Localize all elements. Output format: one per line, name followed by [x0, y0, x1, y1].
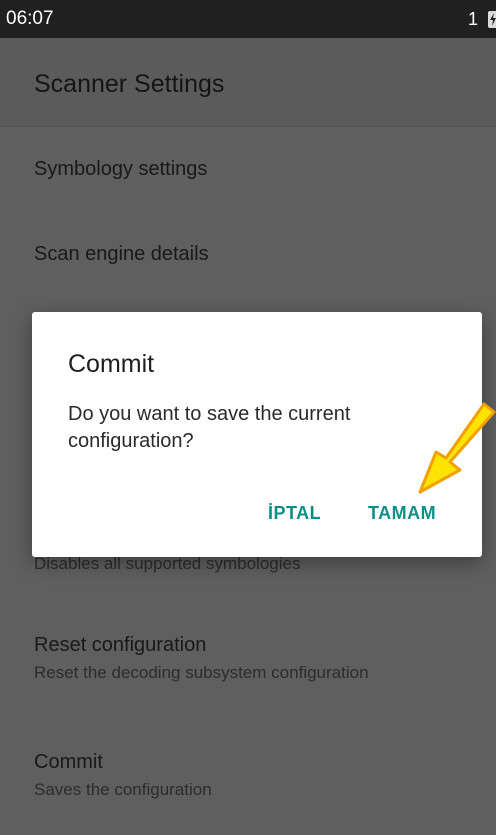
status-icons: 1: [468, 0, 496, 38]
dialog-title: Commit: [68, 350, 155, 378]
setting-disable-all[interactable]: Disables all supported symbologies: [34, 554, 300, 574]
battery-charging-icon: [488, 10, 496, 28]
setting-reset-title: Reset configuration: [34, 634, 207, 656]
setting-scan-engine[interactable]: Scan engine details: [34, 243, 209, 266]
setting-commit-subtitle: Saves the configuration: [34, 780, 212, 799]
dialog-message: Do you want to save the current configur…: [68, 403, 351, 452]
status-bar: 06:07 1: [0, 0, 496, 38]
cancel-button[interactable]: İPTAL: [268, 503, 321, 524]
setting-symbology[interactable]: Symbology settings: [34, 158, 207, 181]
setting-scan-engine-title: Scan engine details: [34, 243, 209, 265]
setting-commit-title: Commit: [34, 751, 103, 773]
setting-commit[interactable]: Commit Saves the configuration: [34, 751, 212, 800]
setting-symbology-title: Symbology settings: [34, 158, 208, 180]
setting-reset-subtitle: Reset the decoding subsystem configurati…: [34, 663, 369, 682]
notification-count: 1: [467, 9, 478, 29]
page-title: Scanner Settings: [34, 70, 225, 98]
setting-disable-all-subtitle: Disables all supported symbologies: [34, 554, 301, 573]
arrow-pointer-icon: [418, 402, 496, 494]
ok-button[interactable]: TAMAM: [368, 503, 436, 524]
setting-reset[interactable]: Reset configuration Reset the decoding s…: [34, 634, 369, 683]
status-time: 06:07: [6, 8, 54, 29]
app-bar: Scanner Settings: [0, 38, 496, 127]
